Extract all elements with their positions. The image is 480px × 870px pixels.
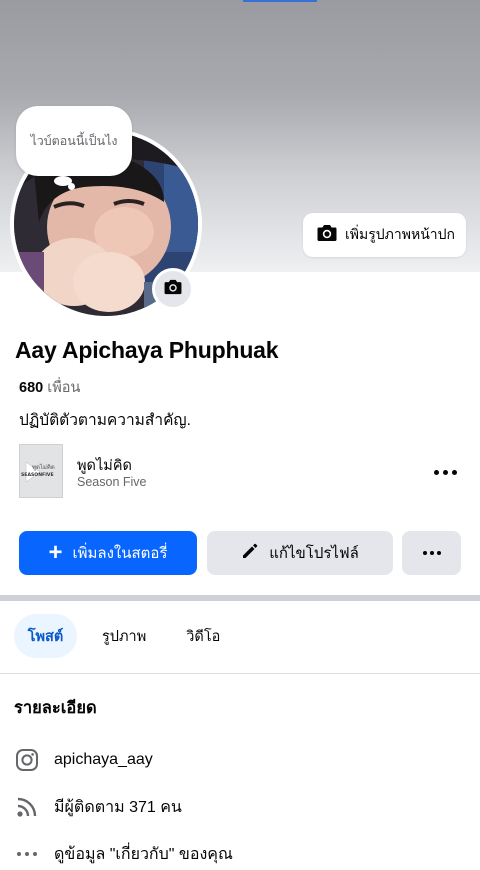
camera-icon: [317, 224, 337, 247]
pencil-icon: [241, 542, 269, 564]
profile-name: Aay Apichaya Phuphuak: [15, 337, 279, 363]
profile-more-button[interactable]: [402, 531, 461, 575]
dot: [25, 852, 29, 856]
music-thumb-title: พูดไม่คิด: [32, 463, 55, 471]
about-link-text: ดูข้อมูล "เกี่ยวกับ" ของคุณ: [54, 845, 233, 863]
followers-text: มีผู้ติดตาม 371 คน: [54, 798, 182, 816]
camera-icon: [164, 279, 182, 300]
details-followers-row[interactable]: มีผู้ติดตาม 371 คน: [14, 794, 182, 820]
note-bubble-tail-small: [68, 183, 75, 190]
music-more-button[interactable]: [428, 460, 462, 484]
edit-profile-button[interactable]: แก้ไขโปรไฟล์: [207, 531, 393, 575]
instagram-icon: [14, 747, 40, 773]
more-horizontal-icon: [14, 841, 40, 867]
change-avatar-button[interactable]: [152, 268, 194, 310]
add-to-story-label: เพิ่มลงในสตอรี่: [72, 545, 168, 562]
instagram-handle: apichaya_aay: [54, 751, 153, 768]
tab-posts[interactable]: โพสต์: [14, 614, 77, 658]
friends-count-number: 680: [19, 380, 44, 396]
music-artist: Season Five: [77, 475, 147, 489]
friends-count[interactable]: 680 เพื่อน: [19, 376, 80, 399]
music-thumb-artist: SEASONFIVE: [21, 472, 54, 478]
more-dots-icon: [422, 551, 427, 555]
music-title[interactable]: พูดไม่คิด: [77, 454, 132, 477]
music-thumbnail[interactable]: พูดไม่คิด SEASONFIVE: [19, 444, 63, 498]
dot: [33, 852, 37, 856]
tab-photos[interactable]: รูปภาพ: [102, 614, 146, 658]
more-dot: [442, 469, 448, 475]
more-dots-icon: [433, 469, 439, 475]
tab-videos[interactable]: วิดีโอ: [186, 614, 220, 658]
profile-tabs: โพสต์ รูปภาพ วิดีโอ: [14, 614, 220, 658]
section-divider: [0, 595, 480, 601]
dot: [17, 852, 21, 856]
status-indicator: [243, 0, 317, 2]
details-instagram-row[interactable]: apichaya_aay: [14, 747, 153, 773]
note-bubble[interactable]: ไวบ์ตอนนี้เป็นไง: [16, 106, 132, 176]
edit-profile-label: แก้ไขโปรไฟล์: [269, 545, 359, 562]
more-dot: [436, 551, 441, 555]
details-heading: รายละเอียด: [14, 699, 97, 717]
add-cover-photo-button[interactable]: เพิ่มรูปภาพหน้าปก: [303, 213, 466, 257]
details-about-row[interactable]: ดูข้อมูล "เกี่ยวกับ" ของคุณ: [14, 841, 233, 867]
more-dot: [451, 469, 457, 475]
tabs-divider: [0, 673, 480, 674]
friends-count-label: เพื่อน: [47, 380, 81, 396]
plus-icon: +: [48, 539, 63, 566]
add-cover-photo-label: เพิ่มรูปภาพหน้าปก: [345, 226, 455, 242]
note-text: ไวบ์ตอนนี้เป็นไง: [30, 134, 118, 148]
profile-bio: ปฏิบัติตัวตามความสำคัญ.: [19, 412, 191, 429]
add-to-story-button[interactable]: + เพิ่มลงในสตอรี่: [19, 531, 197, 575]
more-dot: [429, 551, 434, 555]
rss-feed-icon: [14, 794, 40, 820]
